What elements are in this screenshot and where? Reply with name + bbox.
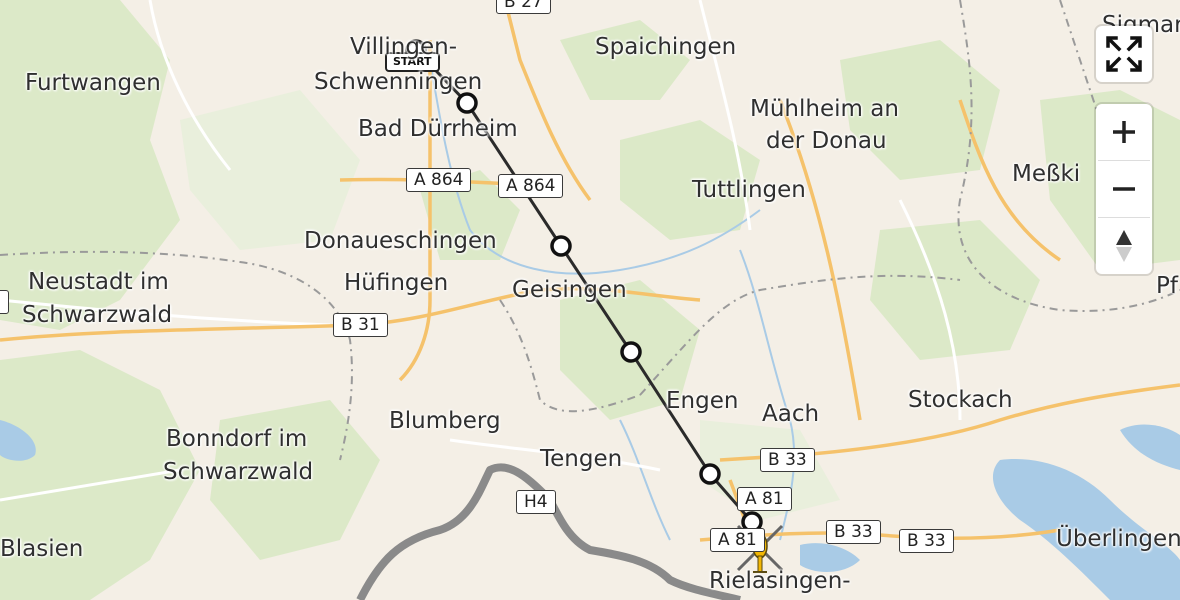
place-label-muehlheim-1: Mühlheim an <box>750 96 899 122</box>
place-label-stockach: Stockach <box>908 387 1013 413</box>
place-label-villingen: Villingen- <box>350 34 457 60</box>
place-label-bonndorf-1: Bonndorf im <box>166 426 308 452</box>
place-label-bonndorf-2: Schwarzwald <box>163 459 314 485</box>
zoom-control[interactable] <box>1096 104 1152 274</box>
place-label-schwenningen: Schwenningen <box>314 69 483 95</box>
place-label-neustadt-2: Schwarzwald <box>22 302 173 328</box>
place-label-geisingen: Geisingen <box>512 277 627 303</box>
place-label-pf: Pf <box>1156 273 1178 299</box>
place-label-tuttlingen: Tuttlingen <box>692 177 806 203</box>
place-label-huefingen: Hüfingen <box>344 270 449 296</box>
route-waypoint <box>620 341 642 363</box>
fullscreen-control[interactable] <box>1096 26 1152 82</box>
road-shield-b33: B 33 <box>760 448 815 472</box>
place-label-muehlheim-2: der Donau <box>766 128 887 154</box>
road-shield-b27: B 27 <box>496 0 551 14</box>
place-label-messkirch: Meßki <box>1012 161 1081 187</box>
road-shield-b33: B 33 <box>899 529 954 553</box>
road-shield-b31: B 31 <box>333 313 388 337</box>
place-label-aach: Aach <box>762 401 820 427</box>
place-label-rielasingen: Rielasingen- <box>709 568 851 594</box>
fullscreen-button[interactable] <box>1096 26 1152 82</box>
road-shield-a864: A 864 <box>406 168 472 192</box>
place-label-engen: Engen <box>666 388 739 414</box>
place-label-tengen: Tengen <box>540 446 623 472</box>
place-label-spaichingen: Spaichingen <box>595 34 737 60</box>
route-waypoint <box>699 463 721 485</box>
road-shield-b33: B 33 <box>826 520 881 544</box>
route-waypoint <box>456 92 478 114</box>
map-view[interactable]: START Villingen- Schwenningen Spaichinge… <box>0 0 1180 600</box>
place-label-neustadt-1: Neustadt im <box>28 269 169 295</box>
route-waypoint <box>550 235 572 257</box>
plus-icon <box>1113 121 1135 143</box>
minus-icon <box>1113 187 1135 191</box>
zoom-out-button[interactable] <box>1096 161 1152 217</box>
zoom-in-button[interactable] <box>1096 104 1152 160</box>
compass-icon <box>1116 230 1132 262</box>
place-label-ueberlingen: Überlingen <box>1056 526 1180 552</box>
fullscreen-icon <box>1106 36 1142 72</box>
road-shield-a81: A 81 <box>737 487 792 511</box>
place-label-bad-duerrheim: Bad Dürrheim <box>358 116 518 142</box>
place-label-blumberg: Blumberg <box>389 408 501 434</box>
place-label-furtwangen: Furtwangen <box>25 70 161 96</box>
place-label-blasien: Blasien <box>0 536 84 562</box>
place-label-donaueschingen: Donaueschingen <box>304 228 497 254</box>
road-shield-partial <box>0 290 10 314</box>
reset-north-button[interactable] <box>1096 218 1152 274</box>
road-shield-a81: A 81 <box>710 528 765 552</box>
road-shield-h4: H4 <box>516 490 556 514</box>
road-shield-a864: A 864 <box>498 174 564 198</box>
